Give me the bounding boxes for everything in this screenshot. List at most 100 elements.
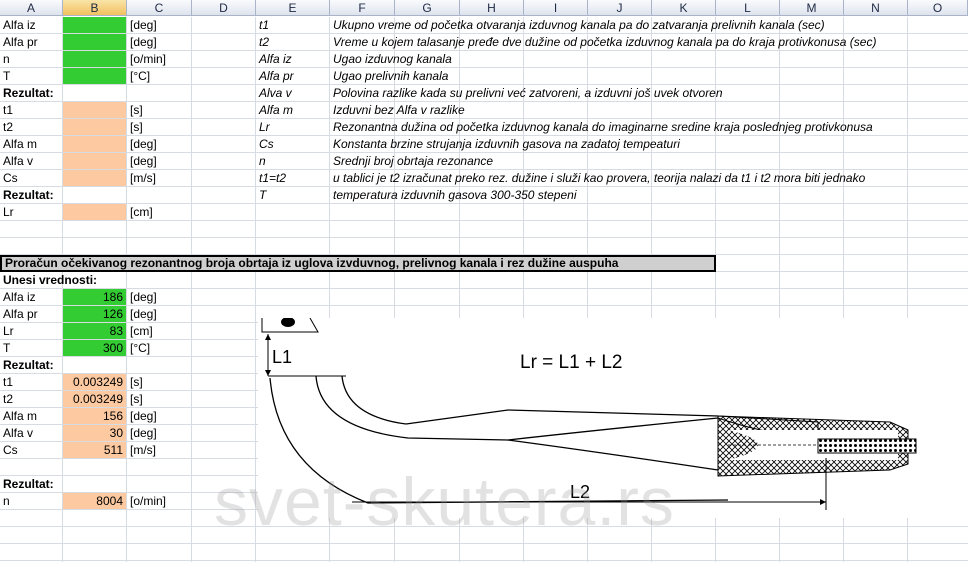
final-result-value[interactable]: 8004 — [63, 493, 126, 509]
input-cell[interactable] — [63, 34, 126, 50]
column-header-h[interactable]: H — [460, 0, 524, 16]
input-cell[interactable] — [63, 51, 126, 67]
column-header-g[interactable]: G — [395, 0, 460, 16]
cell-label[interactable]: n — [0, 51, 10, 68]
legend-symbol[interactable]: Lr — [256, 119, 270, 136]
result-unit[interactable]: [s] — [127, 391, 143, 408]
result-value[interactable]: 156 — [63, 408, 126, 424]
cell-unit[interactable]: [m/s] — [127, 170, 156, 187]
result-label[interactable]: t1 — [0, 374, 13, 391]
input-cell[interactable] — [63, 17, 126, 33]
result-unit[interactable]: [deg] — [127, 425, 157, 442]
section-title-bar[interactable]: Proračun očekivanog rezonantnog broja ob… — [0, 255, 716, 272]
legend-description[interactable]: temperatura izduvnih gasova 300-350 step… — [330, 187, 577, 204]
input-cell[interactable] — [63, 68, 126, 84]
result-label[interactable]: Alfa v — [0, 425, 33, 442]
column-header-a[interactable]: A — [0, 0, 63, 16]
final-result-unit[interactable]: [o/min] — [127, 493, 166, 510]
cell-unit[interactable]: [deg] — [127, 153, 157, 170]
result-cell[interactable] — [63, 153, 126, 169]
cell-label[interactable]: Rezultat: — [0, 187, 54, 204]
legend-description[interactable]: Srednji broj obrtaja rezonance — [330, 153, 493, 170]
cell-label[interactable]: Alfa iz — [0, 17, 36, 34]
cell-label[interactable]: Cs — [0, 170, 18, 187]
result-label[interactable]: Alfa m — [0, 408, 37, 425]
cell-label[interactable]: t1 — [0, 102, 13, 119]
result-cell[interactable] — [63, 204, 126, 220]
cell-unit[interactable]: [s] — [127, 119, 143, 136]
column-header-j[interactable]: J — [588, 0, 652, 16]
column-header-c[interactable]: C — [127, 0, 192, 16]
legend-symbol[interactable]: t1 — [256, 17, 269, 34]
legend-description[interactable]: Vreme u kojem talasanje pređe dve dužine… — [330, 34, 876, 51]
column-header-o[interactable]: O — [908, 0, 968, 16]
input-label[interactable]: Alfa pr — [0, 306, 38, 323]
input-value[interactable]: 83 — [63, 323, 126, 339]
legend-description[interactable]: Polovina razlike kada su prelivni već za… — [330, 85, 723, 102]
column-header-d[interactable]: D — [192, 0, 256, 16]
cell-label[interactable]: Alfa pr — [0, 34, 38, 51]
column-header-m[interactable]: M — [780, 0, 844, 16]
result-unit[interactable]: [m/s] — [127, 442, 156, 459]
result-label[interactable]: t2 — [0, 391, 13, 408]
cell-unit[interactable]: [cm] — [127, 204, 153, 221]
cell-unit[interactable]: [s] — [127, 102, 143, 119]
cell-label[interactable]: Lr — [0, 204, 14, 221]
column-header-n[interactable]: N — [844, 0, 908, 16]
cell-label[interactable]: T — [0, 68, 10, 85]
legend-description[interactable]: Ukupno vreme od početka otvaranja izduvn… — [330, 17, 825, 34]
input-label[interactable]: T — [0, 340, 10, 357]
legend-symbol[interactable]: Alva v — [256, 85, 292, 102]
final-result-header[interactable]: Rezultat: — [0, 476, 54, 493]
cell-unit[interactable]: [deg] — [127, 136, 157, 153]
legend-symbol[interactable]: t2 — [256, 34, 269, 51]
result-value[interactable]: 0.003249 — [63, 374, 126, 390]
result-value[interactable]: 0.003249 — [63, 391, 126, 407]
result-value[interactable]: 30 — [63, 425, 126, 441]
column-header-e[interactable]: E — [256, 0, 330, 16]
result-cell[interactable] — [63, 170, 126, 186]
result-unit[interactable]: [deg] — [127, 408, 157, 425]
cell-label[interactable]: Alfa v — [0, 153, 33, 170]
legend-description[interactable]: Rezonantna dužina od početka izduvnog ka… — [330, 119, 873, 136]
input-unit[interactable]: [cm] — [127, 323, 153, 340]
legend-symbol[interactable]: T — [256, 187, 266, 204]
cell-unit[interactable]: [deg] — [127, 34, 157, 51]
final-result-label[interactable]: n — [0, 493, 10, 510]
legend-symbol[interactable]: t1=t2 — [256, 170, 286, 187]
legend-symbol[interactable]: Alfa m — [256, 102, 293, 119]
cell-unit[interactable]: [°C] — [127, 68, 150, 85]
spreadsheet[interactable]: ABCDEFGHIJKLMNO Alfa iz [deg] Alfa pr [deg]… — [0, 0, 968, 562]
legend-description[interactable]: Konstanta brzine strujanja izduvnih gaso… — [330, 136, 680, 153]
legend-description[interactable]: u tablici je t2 izračunat preko rez. duž… — [330, 170, 865, 187]
input-label[interactable]: Alfa iz — [0, 289, 36, 306]
column-header-b[interactable]: B — [63, 0, 127, 16]
result-cell[interactable] — [63, 136, 126, 152]
input-value[interactable]: 300 — [63, 340, 126, 356]
legend-symbol[interactable]: Alfa pr — [256, 68, 294, 85]
result-cell[interactable] — [63, 102, 126, 118]
legend-description[interactable]: Izduvni bez Alfa v razlike — [330, 102, 465, 119]
cell-unit[interactable]: [deg] — [127, 17, 157, 34]
column-header-l[interactable]: L — [716, 0, 780, 16]
legend-symbol[interactable]: n — [256, 153, 266, 170]
input-unit[interactable]: [deg] — [127, 306, 157, 323]
cell-unit[interactable]: [o/min] — [127, 51, 166, 68]
result-unit[interactable]: [s] — [127, 374, 143, 391]
input-value[interactable]: 126 — [63, 306, 126, 322]
cell-label[interactable]: Rezultat: — [0, 85, 54, 102]
cell-label[interactable]: t2 — [0, 119, 13, 136]
result-cell[interactable] — [63, 119, 126, 135]
input-header[interactable]: Unesi vrednosti: — [0, 272, 97, 289]
input-label[interactable]: Lr — [0, 323, 14, 340]
input-unit[interactable]: [deg] — [127, 289, 157, 306]
column-header-i[interactable]: I — [524, 0, 588, 16]
input-unit[interactable]: [°C] — [127, 340, 150, 357]
legend-symbol[interactable]: Alfa iz — [256, 51, 292, 68]
result-header[interactable]: Rezultat: — [0, 357, 54, 374]
legend-description[interactable]: Ugao prelivnih kanala — [330, 68, 448, 85]
column-header-f[interactable]: F — [330, 0, 395, 16]
input-value[interactable]: 186 — [63, 289, 126, 305]
legend-description[interactable]: Ugao izduvnog kanala — [330, 51, 452, 68]
column-header-k[interactable]: K — [652, 0, 716, 16]
